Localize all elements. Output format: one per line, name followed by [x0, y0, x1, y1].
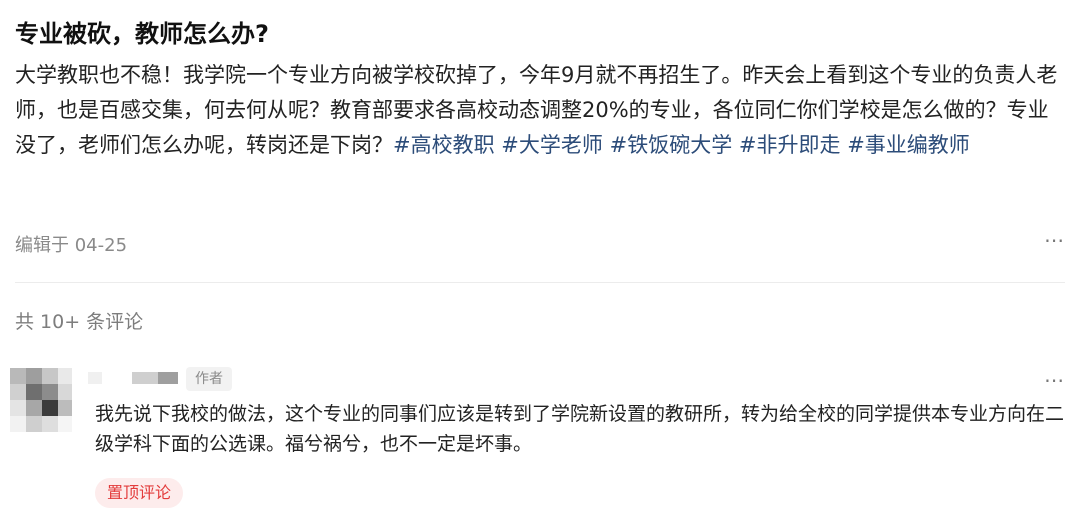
author-badge: 作者 [186, 367, 232, 391]
post-body: 大学教职也不稳！我学院一个专业方向被学校砍掉了，今年9月就不再招生了。昨天会上看… [15, 58, 1065, 163]
more-options-icon[interactable]: ⋯ [1044, 368, 1065, 392]
post-meta: 编辑于 04-25 ⋯ [15, 228, 1065, 258]
tag-link[interactable]: #大学老师 [501, 133, 603, 157]
comment-count: 共 10+ 条评论 [15, 311, 144, 333]
tag-link[interactable]: #铁饭碗大学 [610, 133, 733, 157]
avatar[interactable] [10, 368, 72, 432]
tag-link[interactable]: #非升即走 [739, 133, 841, 157]
edit-time: 编辑于 04-25 [15, 235, 128, 256]
divider [15, 282, 1065, 283]
comment-item: 作者 ⋯ 我先说下我校的做法，这个专业的同事们应该是转到了学院新设置的教研所，转… [0, 362, 1080, 511]
comment-text: 我先说下我校的做法，这个专业的同事们应该是转到了学院新设置的教研所，转为给全校的… [95, 403, 1065, 455]
tag-link[interactable]: #高校教职 [393, 133, 495, 157]
post-title: 专业被砍，教师怎么办? [15, 20, 269, 48]
nickname-blurred[interactable] [88, 369, 188, 387]
more-options-icon[interactable]: ⋯ [1044, 228, 1065, 252]
tag-link[interactable]: #事业编教师 [847, 133, 970, 157]
pinned-comment-badge: 置顶评论 [95, 478, 184, 508]
